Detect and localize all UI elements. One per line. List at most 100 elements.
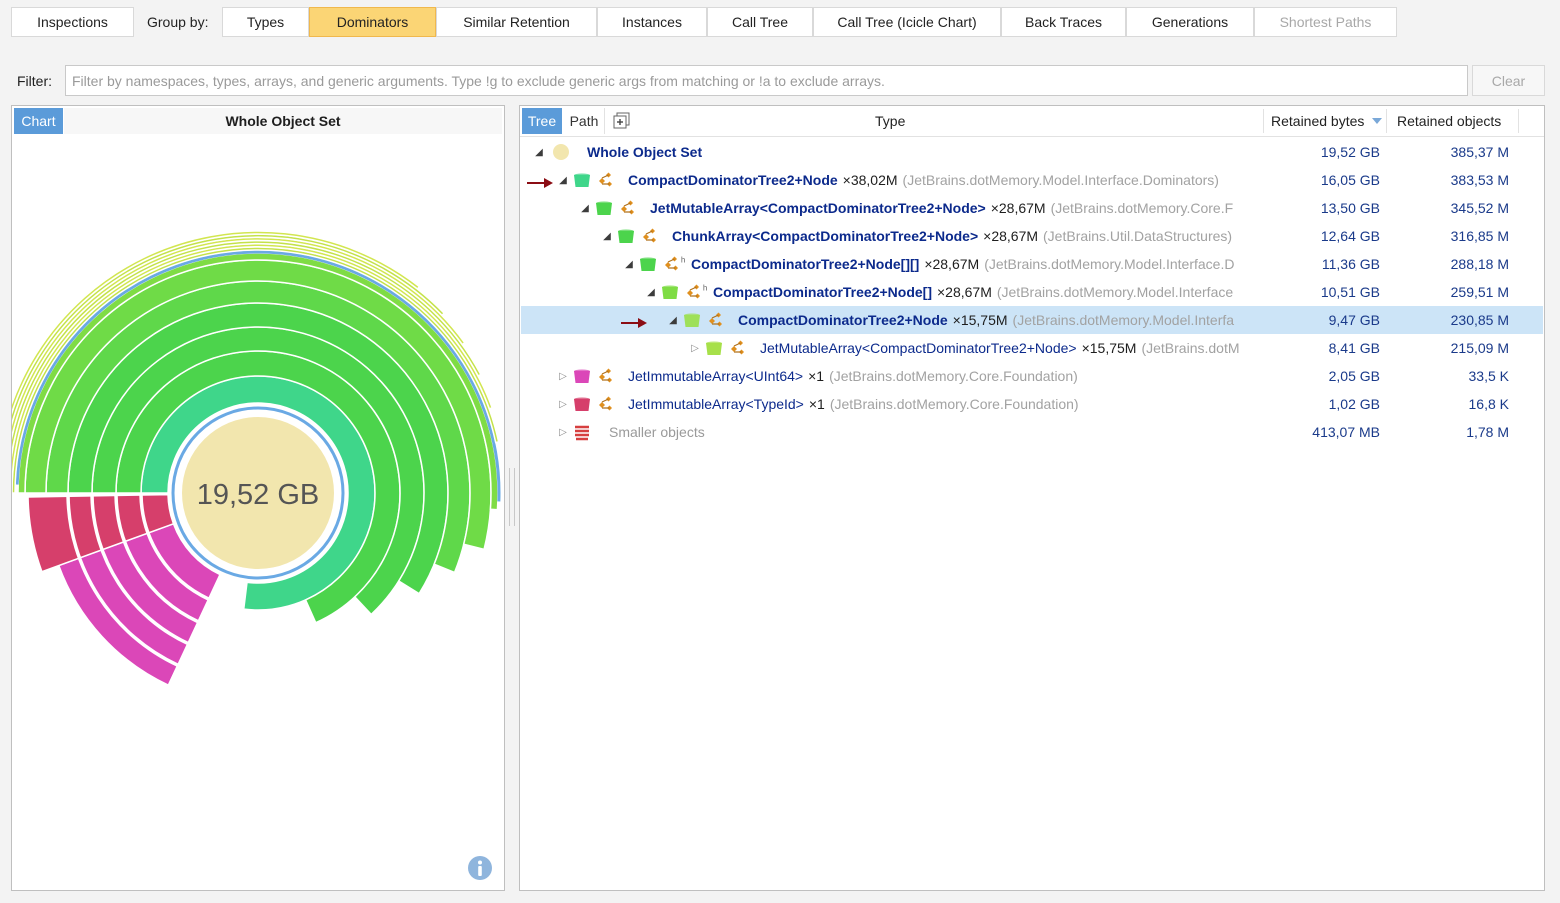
sunburst-chart[interactable]: 19,52 GB [12, 136, 504, 856]
tab-tree[interactable]: Tree [522, 108, 562, 134]
collapse-triangle-icon[interactable]: ◢ [579, 194, 591, 222]
retained-bytes-cell: 13,50 GB [1320, 200, 1380, 216]
filter-input[interactable] [65, 65, 1468, 96]
collapse-triangle-icon[interactable]: ◢ [667, 306, 679, 334]
type-namespace: (JetBrains.dotMemory.Core.F [1050, 200, 1234, 216]
retained-objects-cell: 345,52 M [1450, 200, 1509, 216]
tab-call-tree[interactable]: Call Tree [707, 7, 813, 37]
type-name: JetImmutableArray<UInt64> [628, 368, 804, 384]
type-name: CompactDominatorTree2+Node[] [713, 284, 932, 300]
column-retained-bytes[interactable]: Retained bytes [1271, 106, 1364, 136]
retained-objects-cell: 385,37 M [1450, 144, 1509, 160]
tree-row[interactable]: ▷ JetImmutableArray<TypeId> ×1 (JetBrains.d… [521, 390, 1543, 418]
instance-count: ×15,75M [952, 312, 1008, 328]
retained-objects-cell: 288,18 M [1450, 256, 1509, 272]
link-icon: ʰ [681, 256, 686, 268]
class-icon [685, 284, 703, 303]
retained-objects-cell: 16,8 K [1468, 396, 1509, 412]
type-name: Whole Object Set [587, 144, 703, 160]
tab-path[interactable]: Path [564, 108, 605, 134]
instance-count: ×28,67M [936, 284, 992, 300]
retained-bytes-cell: 2,05 GB [1328, 368, 1380, 384]
class-icon [663, 256, 681, 275]
type-cell: Smaller objects [609, 418, 1259, 446]
type-cell: JetMutableArray<CompactDominatorTree2+No… [760, 334, 1259, 362]
type-namespace: (JetBrains.dotMemory.Model.Interfa [1012, 312, 1235, 328]
expand-triangle-icon[interactable]: ▷ [689, 334, 701, 362]
type-color-tag-icon [705, 341, 723, 359]
tab-similar-retention[interactable]: Similar Retention [436, 7, 597, 37]
tree-row[interactable]: ◢ CompactDominatorTree2+Node ×15,75M (JetBr… [521, 306, 1543, 334]
type-name: CompactDominatorTree2+Node[][] [691, 256, 920, 272]
tab-generations[interactable]: Generations [1126, 7, 1254, 37]
tree-row[interactable]: ◢ ChunkArray<CompactDominatorTree2+Node> ×… [521, 222, 1543, 250]
type-name: JetImmutableArray<TypeId> [628, 396, 804, 412]
type-cell: JetImmutableArray<TypeId> ×1 (JetBrains.do… [628, 390, 1259, 418]
expand-triangle-icon[interactable]: ▷ [557, 418, 569, 446]
retained-bytes-cell: 16,05 GB [1320, 172, 1380, 188]
tab-chart[interactable]: Chart [14, 108, 63, 134]
retained-objects-cell: 1,78 M [1466, 424, 1509, 440]
expand-triangle-icon[interactable]: ▷ [557, 362, 569, 390]
column-retained-objects[interactable]: Retained objects [1397, 106, 1501, 136]
info-icon[interactable] [467, 855, 493, 881]
tree-row[interactable]: ◢ ʰ CompactDominatorTree2+Node[][] ×28,67M(… [521, 250, 1543, 278]
type-namespace: (JetBrains.dotMemory.Core.Foundation) [829, 396, 1079, 412]
instance-count: ×1 [808, 368, 825, 384]
collapse-triangle-icon[interactable]: ◢ [557, 166, 569, 194]
tab-types[interactable]: Types [222, 7, 309, 37]
collapse-triangle-icon[interactable]: ◢ [623, 250, 635, 278]
column-separator[interactable] [1386, 109, 1387, 133]
tree-row[interactable]: ◢ JetMutableArray<CompactDominatorTree2+N… [521, 194, 1543, 222]
type-cell: CompactDominatorTree2+Node[] ×28,67M (JetB… [713, 278, 1259, 306]
tree-row[interactable]: ▷ Smaller objects 413,07 MB 1,78 M [521, 418, 1543, 446]
retained-bytes-cell: 9,47 GB [1328, 312, 1380, 328]
type-name: ChunkArray<CompactDominatorTree2+Node> [672, 228, 979, 244]
tab-call-tree-icicle[interactable]: Call Tree (Icicle Chart) [813, 7, 1001, 37]
column-separator[interactable] [1518, 109, 1519, 133]
retained-bytes-cell: 12,64 GB [1320, 228, 1380, 244]
type-cell: ChunkArray<CompactDominatorTree2+Node> ×2… [672, 222, 1259, 250]
tree-row[interactable]: ◢ ʰ CompactDominatorTree2+Node[] ×28,67M (Je… [521, 278, 1543, 306]
class-icon [729, 340, 747, 359]
instance-count: ×38,02M [842, 172, 898, 188]
type-namespace: (JetBrains.Util.DataStructures) [1043, 228, 1233, 244]
type-color-tag-icon [639, 257, 657, 275]
tab-dominators[interactable]: Dominators [309, 7, 436, 37]
type-namespace: (JetBrains.dotMemory.Core.Foundation) [829, 368, 1078, 384]
tree-row[interactable]: ◢ CompactDominatorTree2+Node ×38,02M (JetBr… [521, 166, 1543, 194]
inspections-button[interactable]: Inspections [11, 7, 134, 37]
type-cell: CompactDominatorTree2+Node ×38,02M (JetBra… [628, 166, 1259, 194]
collapse-triangle-icon[interactable]: ◢ [533, 138, 545, 166]
tab-instances[interactable]: Instances [597, 7, 707, 37]
retained-objects-cell: 215,09 M [1450, 340, 1509, 356]
column-type[interactable]: Type [875, 106, 905, 136]
chart-panel: Chart Whole Object Set 19,52 GB [11, 105, 505, 891]
collapse-triangle-icon[interactable]: ◢ [601, 222, 613, 250]
class-icon [641, 228, 659, 247]
clear-button: Clear [1472, 65, 1545, 96]
tree-row[interactable]: ▷ JetMutableArray<CompactDominatorTree2+N… [521, 334, 1543, 362]
sort-descending-icon [1372, 118, 1382, 124]
expand-all-icon[interactable] [612, 111, 632, 131]
collapse-triangle-icon[interactable]: ◢ [645, 278, 657, 306]
type-cell: Whole Object Set [587, 138, 1259, 166]
column-separator[interactable] [1263, 109, 1264, 133]
type-cell: CompactDominatorTree2+Node ×15,75M (JetBra… [738, 306, 1259, 334]
tree-header: Tree Path Type Retained bytes Retained o… [520, 106, 1544, 137]
arrow-marker-icon [527, 175, 553, 191]
group-by-label: Group by: [147, 14, 209, 30]
arrow-marker-icon [621, 315, 647, 331]
tab-back-traces[interactable]: Back Traces [1001, 7, 1126, 37]
retained-objects-cell: 316,85 M [1450, 228, 1509, 244]
link-icon: ʰ [703, 284, 708, 296]
type-color-tag-icon [573, 369, 591, 387]
retained-bytes-cell: 11,36 GB [1321, 256, 1380, 272]
instance-count: ×15,75M [1081, 340, 1137, 356]
panel-splitter[interactable] [509, 468, 515, 526]
tree-row[interactable]: ◢ Whole Object Set 19,52 GB 385,37 M [521, 138, 1543, 166]
type-namespace: (JetBrains.dotMemory.Model.Interface [996, 284, 1234, 300]
type-color-tag-icon [573, 397, 591, 415]
tree-row[interactable]: ▷ JetImmutableArray<UInt64> ×1 (JetBrains.d… [521, 362, 1543, 390]
expand-triangle-icon[interactable]: ▷ [557, 390, 569, 418]
